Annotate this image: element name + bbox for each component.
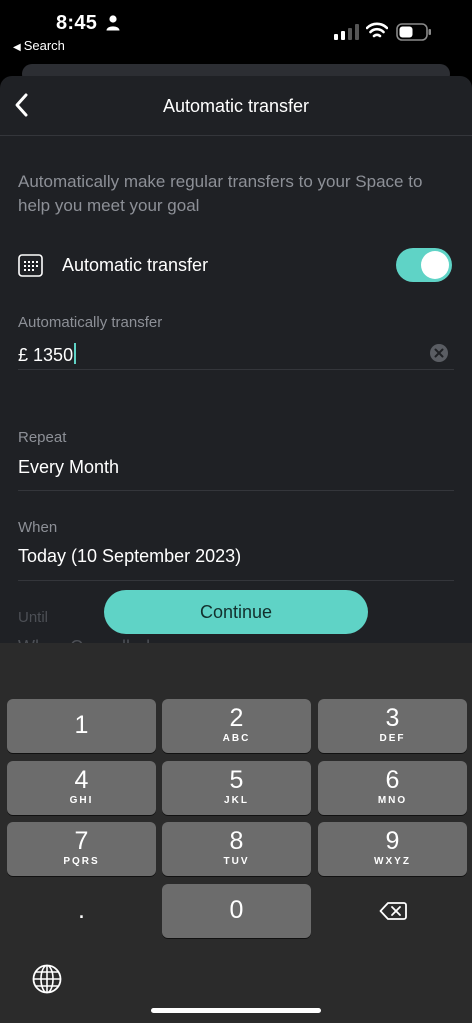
key-decimal[interactable]: . [7, 884, 156, 938]
globe-icon[interactable] [31, 963, 63, 995]
key-digit: 2 [229, 704, 244, 732]
amount-input[interactable]: £ 1350 [18, 340, 454, 370]
key-digit: 7 [74, 827, 89, 855]
when-label: When [18, 519, 58, 536]
key-6[interactable]: 6 MNO [318, 761, 467, 815]
clear-icon[interactable] [430, 344, 448, 362]
key-5[interactable]: 5 JKL [162, 761, 311, 815]
repeat-value[interactable]: Every Month [18, 457, 119, 478]
delete-key[interactable] [318, 884, 467, 938]
amount-label: Automatically transfer [18, 314, 163, 331]
home-indicator[interactable] [151, 1008, 321, 1013]
back-triangle-icon: ◀ [13, 42, 21, 53]
when-value[interactable]: Today (10 September 2023) [18, 546, 241, 567]
battery-icon [396, 23, 431, 41]
person-icon [106, 15, 120, 31]
navigation-bar: Automatic transfer [0, 76, 472, 136]
back-to-app-link[interactable]: ◀ Search [13, 38, 65, 53]
divider [18, 580, 454, 581]
key-digit: 6 [385, 766, 400, 794]
back-app-label: Search [23, 38, 65, 53]
repeat-label: Repeat [18, 429, 67, 446]
intro-text: Automatically make regular transfers to … [18, 172, 423, 215]
key-digit: 9 [385, 827, 400, 855]
key-digit: 3 [385, 704, 400, 732]
automatic-transfer-label: Automatic transfer [62, 255, 209, 275]
toggle-knob [421, 251, 449, 279]
currency-symbol: £ [18, 345, 29, 365]
calendar-icon [18, 254, 43, 277]
status-time: 8:45 [56, 12, 98, 34]
numeric-keyboard: 1 2 ABC 3 DEF 4 GHI 5 JKL 6 MNO 7 PQRS 8… [0, 643, 472, 1023]
key-letters: JKL [224, 795, 249, 806]
automatic-transfer-toggle[interactable] [396, 248, 452, 282]
key-letters: MNO [377, 795, 408, 806]
key-letters: WXYZ [374, 856, 411, 867]
key-digit: . [78, 896, 85, 924]
amount-value: £ 1350 [18, 343, 77, 366]
wifi-icon [366, 22, 388, 38]
key-4[interactable]: 4 GHI [7, 761, 156, 815]
key-2[interactable]: 2 ABC [162, 699, 311, 753]
key-letters: ABC [222, 733, 251, 744]
divider [18, 490, 454, 491]
key-digit: 0 [229, 896, 244, 924]
key-7[interactable]: 7 PQRS [7, 822, 156, 876]
continue-button[interactable]: Continue [104, 590, 368, 634]
key-8[interactable]: 8 TUV [162, 822, 311, 876]
amount-number: 1350 [33, 345, 74, 365]
key-3[interactable]: 3 DEF [318, 699, 467, 753]
key-digit: 1 [74, 711, 89, 739]
key-digit: 4 [74, 766, 89, 794]
key-letters: DEF [379, 733, 406, 744]
key-letters: TUV [223, 856, 250, 867]
key-9[interactable]: 9 WXYZ [318, 822, 467, 876]
key-1[interactable]: 1 [7, 699, 156, 753]
key-digit: 5 [229, 766, 244, 794]
key-letters: GHI [69, 795, 94, 806]
backspace-icon [379, 902, 407, 920]
signal-icon [334, 24, 359, 40]
text-caret [74, 343, 77, 364]
until-label: Until [18, 609, 49, 626]
key-digit: 8 [229, 827, 244, 855]
status-bar: 8:45 ◀ Search [0, 0, 472, 62]
page-title: Automatic transfer [162, 96, 310, 116]
key-letters: PQRS [63, 856, 100, 867]
key-0[interactable]: 0 [162, 884, 311, 938]
